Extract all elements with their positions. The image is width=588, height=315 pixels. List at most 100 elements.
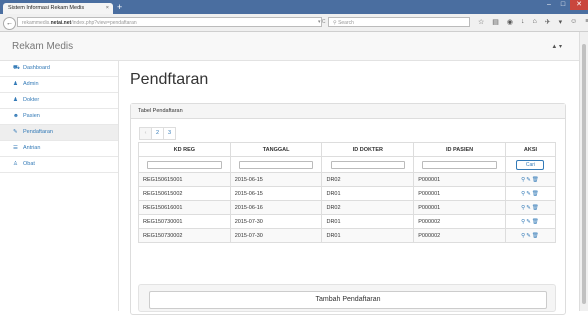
table-cell: P000001 (413, 186, 506, 201)
chat-icon[interactable]: ☺ (570, 18, 577, 26)
table-cell: DR02 (321, 172, 415, 187)
user-icon: ♟ (13, 81, 18, 87)
table-cell: P000002 (413, 214, 506, 229)
brand-title[interactable]: Rekam Medis (12, 41, 73, 52)
table-cell: P000001 (413, 172, 506, 187)
filter-kd-reg-input[interactable] (147, 160, 222, 169)
bookmark-star-icon[interactable]: ☆ (478, 18, 484, 26)
table-cell: P000002 (413, 228, 506, 243)
scrollbar[interactable] (579, 32, 588, 311)
search-placeholder: Search (338, 20, 354, 26)
maximize-icon[interactable]: □ (556, 0, 570, 10)
row-actions: ⚲✎🗑 (504, 172, 557, 187)
row-actions: ⚲✎🗑 (504, 200, 557, 215)
dashboard-icon: ⛟ (13, 65, 20, 71)
filter-id-pasien-input[interactable] (422, 160, 497, 169)
search-button[interactable]: Cari (516, 159, 545, 170)
pendaftaran-table: KD REG TANGGAL ID DOKTER ID PASIEN AKSI … (138, 142, 557, 243)
sidebar-item-label: Pasien (23, 113, 40, 119)
delete-icon[interactable]: 🗑 (532, 177, 540, 183)
row-actions: ⚲✎🗑 (504, 228, 557, 243)
url-prefix: rekammedis. (22, 20, 51, 26)
table-cell: DR01 (321, 228, 415, 243)
table-cell: P000001 (413, 200, 506, 215)
sidebar-item-label: Dashboard (23, 65, 50, 71)
user-icon: ♟ (13, 97, 18, 103)
extension-icon[interactable]: ✈ (545, 18, 551, 26)
browser-search-input[interactable]: ⚲ Search (328, 17, 470, 27)
app-header: Rekam Medis ▲ ▾ (0, 32, 580, 61)
sidebar-item-label: Obat (23, 161, 35, 167)
column-header: AKSI (504, 142, 557, 157)
column-header: ID DOKTER (321, 142, 415, 157)
sidebar-item-antrian[interactable]: ☰ Antrian (0, 141, 118, 157)
table-cell: 2015-06-16 (229, 200, 323, 215)
sidebar-item-dokter[interactable]: ♟ Dokter (0, 93, 118, 109)
row-actions: ⚲✎🗑 (504, 186, 557, 201)
sidebar-item-label: Admin (23, 81, 39, 87)
add-registration-button[interactable]: Tambah Pendaftaran (149, 291, 547, 309)
table-panel: Tabel Pendaftaran ‹ 2 3 KD REG TANGGAL I… (130, 103, 566, 315)
browser-navbar: ← rekammedis.netai.net/index.php?view=pe… (0, 14, 588, 32)
sidebar-item-pendaftaran[interactable]: ✎ Pendaftaran (0, 125, 118, 141)
browser-tab[interactable]: Sistem Informasi Rekam Medis × (3, 3, 113, 14)
column-header: TANGGAL (229, 142, 323, 157)
table-cell: 2015-06-15 (229, 186, 323, 201)
table-cell: REG150616001 (138, 200, 231, 215)
pagination-page-3[interactable]: 3 (163, 127, 176, 140)
scrollbar-thumb[interactable] (582, 44, 586, 304)
table-row: REG150615002 2015-06-15 DR01 P000001 ⚲✎🗑 (138, 186, 557, 201)
minimize-icon[interactable]: – (542, 0, 556, 10)
page-title: Pendftaran (130, 71, 209, 88)
table-cell: DR02 (321, 200, 415, 215)
sidebar: ⛟ Dashboard ♟ Admin ♟ Dokter ☻ Pasien ✎ Penda… (0, 61, 119, 311)
home-icon[interactable]: ⌂ (533, 18, 537, 26)
table-cell: 2015-06-15 (229, 172, 323, 187)
sidebar-item-admin[interactable]: ♟ Admin (0, 77, 118, 93)
download-icon[interactable]: ↓ (521, 18, 525, 26)
table-cell: DR01 (321, 214, 415, 229)
users-icon: ☻ (13, 113, 19, 119)
column-header: ID PASIEN (413, 142, 506, 157)
close-window-icon[interactable]: ✕ (570, 0, 588, 10)
table-row: REG150616001 2015-06-16 DR02 P000001 ⚲✎🗑 (138, 200, 557, 215)
sidebar-item-label: Dokter (23, 97, 40, 103)
addon-icon[interactable]: ▾ (559, 18, 563, 26)
window-controls: – □ ✕ (542, 0, 588, 10)
pagination: ‹ 2 3 (139, 127, 176, 140)
table-row: REG150730001 2015-07-30 DR01 P000002 ⚲✎🗑 (138, 214, 557, 229)
table-row: REG150615001 2015-06-15 DR02 P000001 ⚲✎🗑 (138, 172, 557, 187)
delete-icon[interactable]: 🗑 (532, 233, 540, 239)
sidebar-item-pasien[interactable]: ☻ Pasien (0, 109, 118, 125)
table-cell: 2015-07-30 (229, 214, 323, 229)
column-header: KD REG (138, 142, 231, 157)
address-bar[interactable]: rekammedis.netai.net/index.php?view=pend… (17, 17, 322, 27)
browser-toolbar-icons: ☆ ▤ ◉ ↓ ⌂ ✈ ▾ ☺ ≡ (478, 18, 588, 26)
pill-icon: ♙ (13, 161, 18, 167)
sidebar-item-label: Pendaftaran (23, 129, 53, 135)
edit-icon: ✎ (13, 129, 18, 135)
table-cell: REG150730002 (138, 228, 231, 243)
sidebar-item-dashboard[interactable]: ⛟ Dashboard (0, 61, 118, 77)
delete-icon[interactable]: 🗑 (532, 191, 540, 197)
tab-close-icon[interactable]: × (106, 3, 109, 14)
url-domain: netai.net (50, 20, 72, 26)
table-row: REG150730002 2015-07-30 DR01 P000002 ⚲✎🗑 (138, 228, 557, 243)
filter-tanggal-input[interactable] (238, 160, 314, 169)
reading-list-icon[interactable]: ▤ (492, 18, 499, 26)
filter-id-dokter-input[interactable] (330, 160, 406, 169)
panel-title: Tabel Pendaftaran (131, 104, 565, 119)
action-well: Tambah Pendaftaran (138, 284, 556, 312)
tab-title: Sistem Informasi Rekam Medis (8, 5, 85, 11)
sidebar-item-obat[interactable]: ♙ Obat (0, 157, 118, 173)
new-tab-button[interactable]: + (117, 2, 122, 13)
reload-icon[interactable]: ▾ C (318, 17, 326, 27)
delete-icon[interactable]: 🗑 (532, 205, 540, 211)
pocket-icon[interactable]: ◉ (507, 18, 513, 26)
delete-icon[interactable]: 🗑 (532, 219, 540, 225)
back-arrow-icon[interactable]: ← (3, 17, 16, 30)
browser-titlebar: Sistem Informasi Rekam Medis × + – □ ✕ (0, 0, 588, 14)
list-icon: ☰ (13, 145, 18, 151)
user-menu-icon[interactable]: ▲ ▾ (551, 43, 562, 50)
table-cell: DR01 (321, 186, 415, 201)
